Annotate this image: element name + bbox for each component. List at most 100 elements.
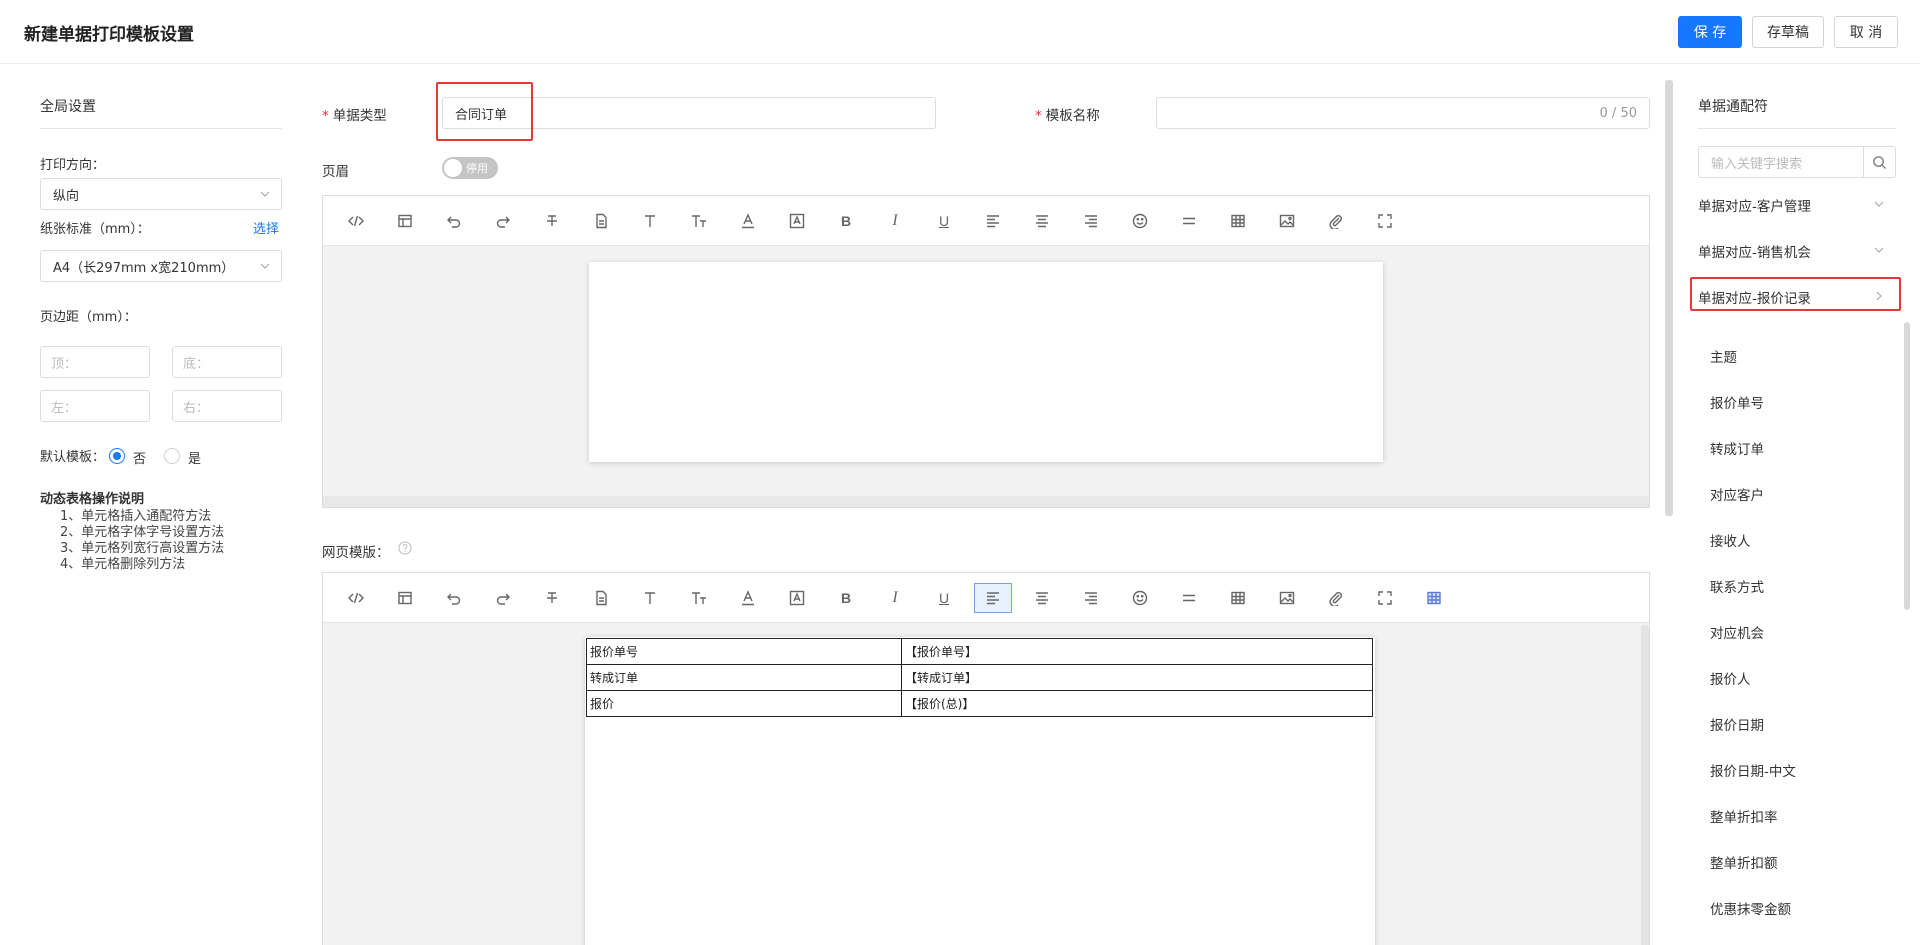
web-template-editor: B I U 报价单号 【报价单号】 转成订单 【转成订单】 报价 【报价(总)】: [322, 572, 1650, 945]
wildcard-item[interactable]: 优惠抹零金额: [1710, 898, 1791, 918]
layout-icon[interactable]: [390, 206, 420, 236]
wildcard-scrollbar[interactable]: [1904, 322, 1910, 610]
emoji-icon[interactable]: [1125, 206, 1155, 236]
save-button[interactable]: 保 存: [1678, 16, 1742, 48]
horizontal-rule-icon[interactable]: [1174, 206, 1204, 236]
wildcard-group-opportunity[interactable]: 单据对应-销售机会: [1698, 241, 1885, 261]
table-icon[interactable]: [1223, 583, 1253, 613]
text-icon[interactable]: [635, 583, 665, 613]
align-right-icon[interactable]: [1076, 206, 1106, 236]
margin-bottom-input[interactable]: 底：: [172, 346, 282, 378]
undo-icon[interactable]: [439, 583, 469, 613]
help-item[interactable]: 3、单元格列宽行高设置方法: [60, 541, 224, 557]
fullscreen-icon[interactable]: [1370, 583, 1400, 613]
default-no-radio[interactable]: [109, 448, 125, 464]
vertical-scrollbar[interactable]: [1641, 625, 1649, 945]
question-circle-icon[interactable]: [398, 541, 412, 555]
font-color-icon[interactable]: [733, 583, 763, 613]
template-table[interactable]: 报价单号 【报价单号】 转成订单 【转成订单】 报价 【报价(总)】: [586, 638, 1373, 717]
bold-icon[interactable]: B: [831, 583, 861, 613]
wildcard-search[interactable]: 输入关键字搜索: [1698, 146, 1896, 178]
wildcard-item[interactable]: 接收人: [1710, 530, 1751, 550]
help-item[interactable]: 2、单元格字体字号设置方法: [60, 525, 224, 541]
wildcard-item[interactable]: 整单折扣额: [1710, 852, 1778, 872]
wildcard-item[interactable]: 整单折扣率: [1710, 806, 1778, 826]
cancel-button[interactable]: 取 消: [1834, 16, 1898, 48]
document-icon[interactable]: [586, 206, 616, 236]
undo-icon[interactable]: [439, 206, 469, 236]
underline-icon[interactable]: U: [929, 206, 959, 236]
wildcard-item[interactable]: 报价日期-中文: [1710, 760, 1796, 780]
code-icon[interactable]: [341, 583, 371, 613]
search-button[interactable]: [1863, 147, 1895, 177]
table-icon[interactable]: [1223, 206, 1253, 236]
table-row: 转成订单 【转成订单】: [586, 664, 1373, 691]
font-color-icon[interactable]: [733, 206, 763, 236]
web-template-label: 网页模版：: [322, 545, 390, 561]
form-scrollbar[interactable]: [1665, 80, 1673, 516]
help-item[interactable]: 4、单元格删除列方法: [60, 557, 224, 573]
attachment-icon[interactable]: [1321, 206, 1351, 236]
redo-icon[interactable]: [488, 583, 518, 613]
paper-select[interactable]: A4（长297mm x宽210mm）: [40, 250, 282, 282]
underline-icon[interactable]: U: [929, 583, 959, 613]
align-left-icon[interactable]: [978, 206, 1008, 236]
save-draft-button[interactable]: 存草稿: [1752, 16, 1824, 48]
table-cell[interactable]: 报价: [586, 690, 902, 717]
bold-icon[interactable]: B: [831, 206, 861, 236]
chevron-down-icon: [260, 191, 270, 197]
code-icon[interactable]: [341, 206, 371, 236]
attachment-icon[interactable]: [1321, 583, 1351, 613]
align-right-icon[interactable]: [1076, 583, 1106, 613]
strikethrough-icon[interactable]: [537, 206, 567, 236]
horizontal-scrollbar[interactable]: [323, 496, 1649, 507]
page-header-label: 页眉: [322, 164, 349, 180]
margin-top-input[interactable]: 顶：: [40, 346, 150, 378]
background-color-icon[interactable]: [782, 206, 812, 236]
wildcard-item[interactable]: 报价单号: [1710, 392, 1764, 412]
table-cell[interactable]: 【报价单号】: [901, 638, 1373, 665]
align-center-icon[interactable]: [1027, 206, 1057, 236]
wildcard-item[interactable]: 联系方式: [1710, 576, 1764, 596]
align-center-icon[interactable]: [1027, 583, 1057, 613]
font-size-icon[interactable]: [684, 206, 714, 236]
fullscreen-icon[interactable]: [1370, 206, 1400, 236]
wildcard-group-customer[interactable]: 单据对应-客户管理: [1698, 195, 1885, 215]
header-toggle[interactable]: 停用: [442, 157, 498, 179]
table-cell[interactable]: 【转成订单】: [901, 664, 1373, 691]
wildcard-item[interactable]: 报价日期: [1710, 714, 1764, 734]
align-left-icon[interactable]: [974, 583, 1012, 613]
redo-icon[interactable]: [488, 206, 518, 236]
table-cell[interactable]: 转成订单: [586, 664, 902, 691]
document-icon[interactable]: [586, 583, 616, 613]
strikethrough-icon[interactable]: [537, 583, 567, 613]
template-name-input[interactable]: 0 / 50: [1156, 97, 1650, 129]
wildcard-item[interactable]: 报价人: [1710, 668, 1751, 688]
doc-type-label: * 单据类型: [322, 108, 387, 124]
wildcard-item[interactable]: 对应机会: [1710, 622, 1764, 642]
orientation-select[interactable]: 纵向: [40, 178, 282, 210]
emoji-icon[interactable]: [1125, 583, 1155, 613]
table-cell[interactable]: 报价单号: [586, 638, 902, 665]
background-color-icon[interactable]: [782, 583, 812, 613]
table-cell[interactable]: 【报价(总)】: [901, 690, 1373, 717]
text-icon[interactable]: [635, 206, 665, 236]
image-icon[interactable]: [1272, 583, 1302, 613]
horizontal-rule-icon[interactable]: [1174, 583, 1204, 613]
wildcard-item[interactable]: 转成订单: [1710, 438, 1764, 458]
layout-icon[interactable]: [390, 583, 420, 613]
default-yes-radio[interactable]: [164, 448, 180, 464]
paper-choose-link[interactable]: 选择: [253, 218, 279, 237]
italic-icon[interactable]: I: [880, 583, 910, 613]
header-paper[interactable]: [589, 262, 1383, 462]
margin-right-input[interactable]: 右：: [172, 390, 282, 422]
wildcard-item[interactable]: 对应客户: [1710, 484, 1764, 504]
help-item[interactable]: 1、单元格插入通配符方法: [60, 509, 224, 525]
margin-left-input[interactable]: 左：: [40, 390, 150, 422]
image-icon[interactable]: [1272, 206, 1302, 236]
italic-icon[interactable]: I: [880, 206, 910, 236]
font-size-icon[interactable]: [684, 583, 714, 613]
table-properties-icon[interactable]: [1419, 583, 1449, 613]
search-input[interactable]: 输入关键字搜索: [1699, 153, 1863, 172]
wildcard-item[interactable]: 主题: [1710, 346, 1737, 366]
